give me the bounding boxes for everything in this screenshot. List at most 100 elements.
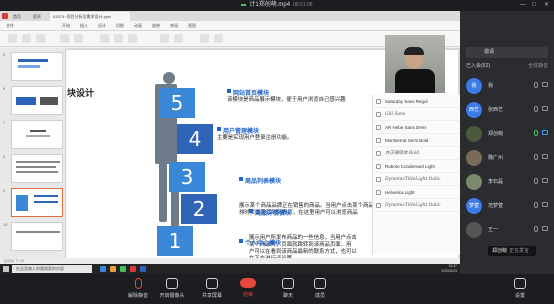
slide-thumbnail[interactable]: 5 xyxy=(3,52,63,82)
mic-icon[interactable] xyxy=(534,154,538,160)
module-description: 主要是实现用户登录注册功能。 xyxy=(217,135,293,141)
font-item[interactable]: Saturday Sans Regul xyxy=(373,95,460,108)
share-screen-button[interactable]: 共享屏幕 xyxy=(192,278,232,299)
font-item[interactable]: Helvetica Light xyxy=(373,186,460,199)
font-item[interactable]: DynamicTitleLight Italic xyxy=(373,199,460,212)
font-item[interactable]: AR Hebe Sans Demi xyxy=(373,121,460,134)
camera-button[interactable]: 开启摄像头 xyxy=(152,278,192,299)
font-item[interactable]: 方正喵呜体 Bold xyxy=(373,147,460,160)
camera-icon[interactable] xyxy=(542,82,548,87)
slide-number: 9 xyxy=(3,188,6,193)
download-icon xyxy=(376,177,381,182)
end-call-button[interactable]: 结束 xyxy=(228,278,268,298)
participant-count: 已入会(52) xyxy=(466,63,490,69)
menu-item[interactable]: 文件 xyxy=(6,21,14,31)
avatar xyxy=(466,222,482,238)
slide-number: 6 xyxy=(3,86,6,91)
maximize-icon[interactable]: □ xyxy=(532,2,538,8)
windows-start-icon[interactable] xyxy=(3,266,9,272)
ribbon-button[interactable] xyxy=(100,34,109,43)
font-item[interactable]: DynamicTitleLight Italic xyxy=(373,173,460,186)
mic-icon[interactable] xyxy=(534,82,538,88)
menu-item[interactable]: 切换 xyxy=(116,21,124,31)
meeting-window: 计1郑创萌.mp4 00:21:06 — □ ✕ 首页 稻壳 03374~项目分析… xyxy=(0,0,554,304)
participant-row[interactable]: 郑创萌 xyxy=(466,123,550,145)
participant-name: 我 xyxy=(488,83,494,89)
chat-icon xyxy=(282,278,294,289)
menu-item[interactable]: 设计 xyxy=(98,21,106,31)
camera-icon[interactable] xyxy=(542,130,548,135)
font-item[interactable]: Roboto Condensed Light xyxy=(373,160,460,173)
slide-thumbnail[interactable]: 7 xyxy=(3,120,63,150)
number-cube: 1 xyxy=(157,226,193,256)
ribbon-button[interactable] xyxy=(174,34,183,43)
ribbon-button[interactable] xyxy=(60,34,69,43)
font-item[interactable]: Montserrat Semi Bold xyxy=(373,134,460,147)
settings-button[interactable]: 设置 xyxy=(500,278,540,299)
menu-item[interactable]: 视图 xyxy=(188,21,196,31)
ribbon-button[interactable] xyxy=(36,34,45,43)
participant-row[interactable]: 李石磊 xyxy=(466,171,550,193)
taskbar-search-input[interactable]: 在这里输入你要搜索的内容 xyxy=(12,265,92,273)
ribbon-button[interactable] xyxy=(160,34,169,43)
slide-thumbnail[interactable]: 8 xyxy=(3,154,63,184)
camera-icon[interactable] xyxy=(542,178,548,183)
ribbon-button[interactable] xyxy=(22,34,31,43)
minimize-icon[interactable]: — xyxy=(520,2,526,8)
ribbon-button[interactable] xyxy=(8,34,17,43)
module-heading: 用户管理模块 xyxy=(217,126,387,135)
participant-row[interactable]: 我 我 xyxy=(466,75,550,97)
wps-tab-document[interactable]: 03374~项目分析及需求设计.pptx xyxy=(50,12,130,21)
participant-row[interactable]: 西艺 张西艺 xyxy=(466,99,550,121)
taskbar-app-icon[interactable] xyxy=(100,266,106,272)
mic-icon[interactable] xyxy=(534,130,538,136)
meeting-timer: 00:21:06 xyxy=(293,2,313,8)
taskbar-app-icon[interactable] xyxy=(120,266,126,272)
participant-row[interactable]: 魏广州 xyxy=(466,147,550,169)
taskbar-clock: 13:47 2020/6/23 xyxy=(441,264,457,273)
wps-tab-bar: 首页 稻壳 03374~项目分析及需求设计.pptx xyxy=(0,11,460,21)
close-icon[interactable]: ✕ xyxy=(544,2,550,8)
wps-menu-bar: 文件 开始 插入 设计 切换 动画 放映 审阅 视图 xyxy=(0,21,460,31)
camera-icon[interactable] xyxy=(542,106,548,111)
slide-thumbnail-panel: 5 6 7 8 9 10 xyxy=(0,48,66,258)
participant-row[interactable]: 梦萱 范梦萱 xyxy=(466,195,550,217)
ribbon-button[interactable] xyxy=(128,34,137,43)
download-icon xyxy=(376,99,381,104)
mic-icon[interactable] xyxy=(534,178,538,184)
camera-icon[interactable] xyxy=(542,226,548,231)
members-button[interactable]: 成员 xyxy=(300,278,340,299)
ribbon-button[interactable] xyxy=(214,34,223,43)
ribbon-button[interactable] xyxy=(200,34,209,43)
thumbnail-image xyxy=(11,86,63,115)
camera-icon xyxy=(166,278,178,289)
menu-item[interactable]: 插入 xyxy=(80,21,88,31)
slide-thumbnail[interactable]: 10 xyxy=(3,222,63,252)
taskbar-app-icon[interactable] xyxy=(110,266,116,272)
taskbar-app-icon[interactable] xyxy=(140,266,146,272)
font-item[interactable]: Gill Sans xyxy=(373,108,460,121)
menu-item[interactable]: 审阅 xyxy=(170,21,178,31)
wps-tab-home[interactable]: 首页 xyxy=(10,12,28,21)
download-icon xyxy=(376,112,381,117)
mic-icon[interactable] xyxy=(534,226,538,232)
camera-icon[interactable] xyxy=(542,154,548,159)
menu-item[interactable]: 动画 xyxy=(134,21,142,31)
download-icon xyxy=(376,138,381,143)
mute-all-button[interactable]: 全体静音 xyxy=(528,61,548,71)
slide-thumbnail[interactable]: 6 xyxy=(3,86,63,116)
menu-item[interactable]: 放映 xyxy=(152,21,160,31)
mic-icon[interactable] xyxy=(534,202,538,208)
ribbon-button[interactable] xyxy=(114,34,123,43)
taskbar-app-icon[interactable] xyxy=(130,266,136,272)
menu-item[interactable]: 开始 xyxy=(62,21,70,31)
slide-number: 7 xyxy=(3,120,6,125)
mic-icon[interactable] xyxy=(534,106,538,112)
camera-icon[interactable] xyxy=(542,202,548,207)
participant-row[interactable]: 王一 xyxy=(466,219,550,241)
invite-button[interactable]: 邀请 xyxy=(466,47,548,58)
participant-count-row: 已入会(52) 全体静音 xyxy=(466,61,548,71)
ribbon-button[interactable] xyxy=(74,34,83,43)
slide-thumbnail[interactable]: 9 xyxy=(3,188,63,218)
wps-tab-docer[interactable]: 稻壳 xyxy=(30,12,48,21)
